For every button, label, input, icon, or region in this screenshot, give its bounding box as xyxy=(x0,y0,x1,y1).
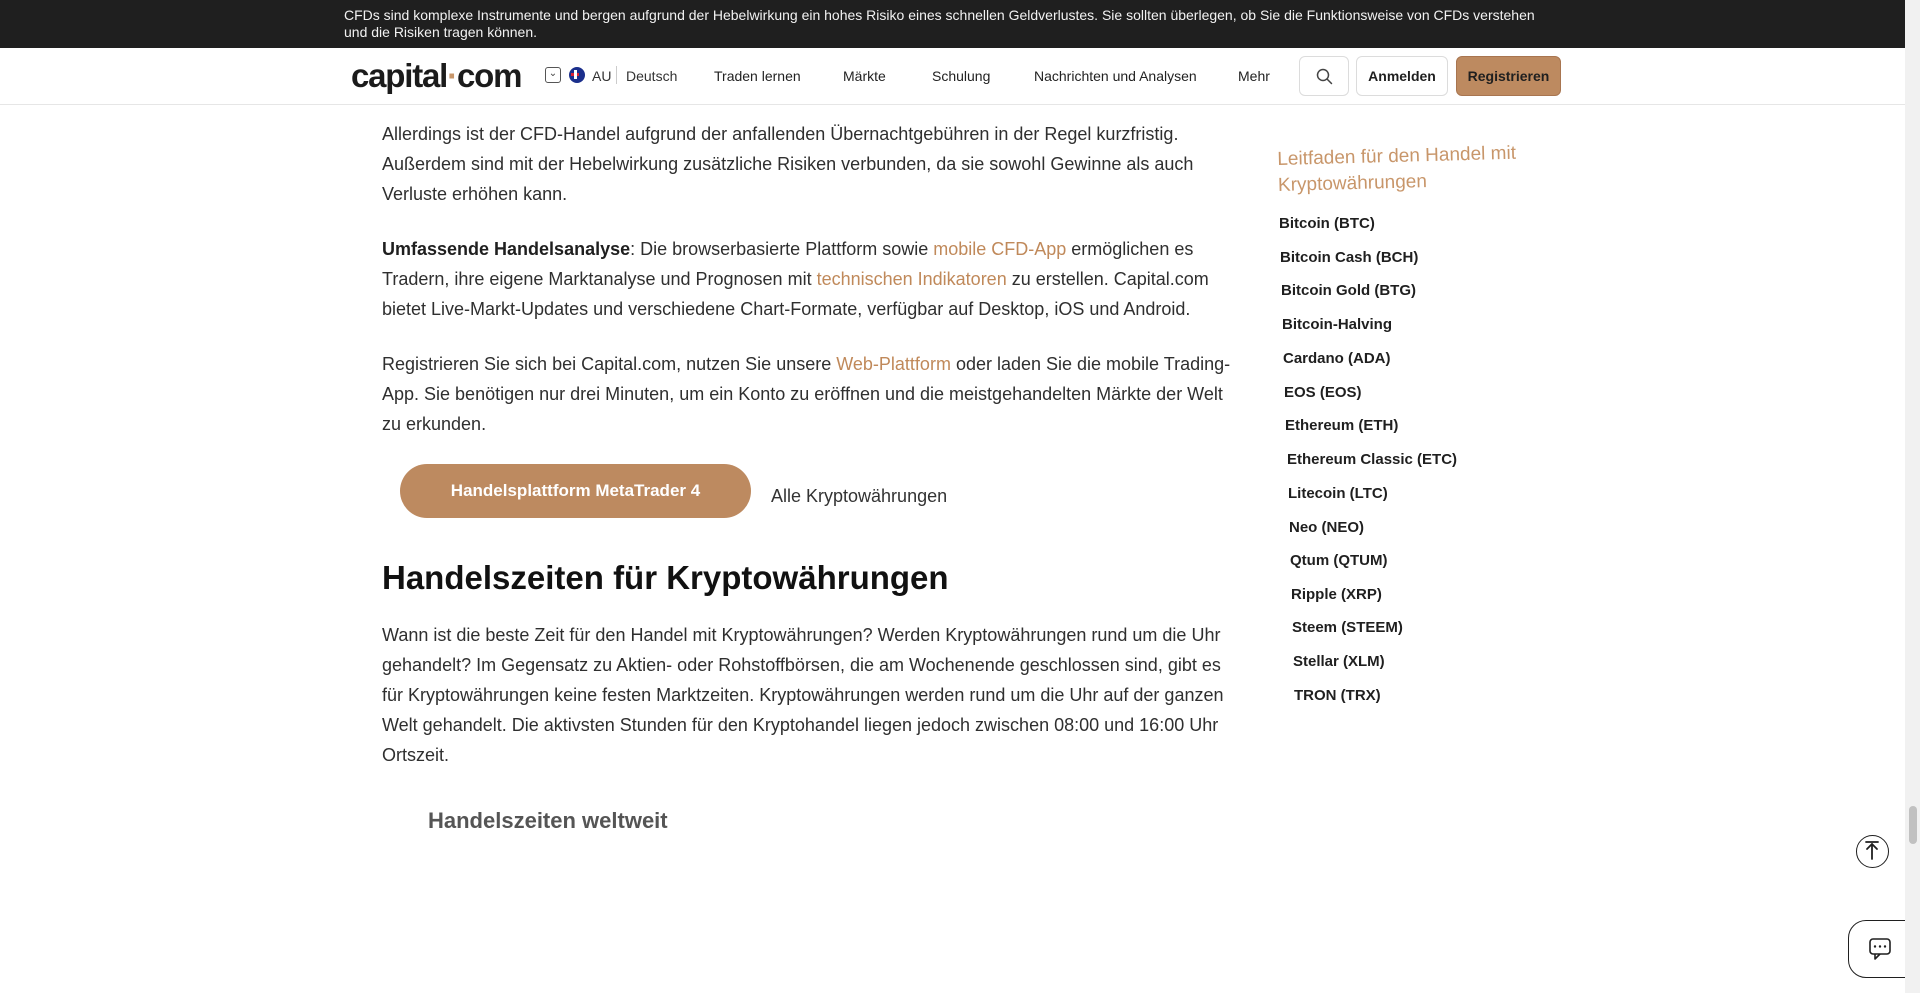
scroll-to-top-button[interactable] xyxy=(1856,835,1889,868)
arrow-up-icon xyxy=(1865,841,1879,860)
chevron-down-icon[interactable]: ⌄ xyxy=(545,67,561,83)
article-paragraph: Registrieren Sie sich bei Capital.com, n… xyxy=(382,349,1232,439)
all-cryptos-link[interactable]: Alle Kryptowährungen xyxy=(771,486,947,507)
paragraph-text: Registrieren Sie sich bei Capital.com, n… xyxy=(382,354,837,374)
search-icon xyxy=(1316,68,1333,85)
sidebar-item-bitcoin-halving[interactable]: Bitcoin-Halving xyxy=(1282,316,1392,333)
sidebar-item-bitcoin-gold[interactable]: Bitcoin Gold (BTG) xyxy=(1281,282,1416,299)
sidebar-item-stellar[interactable]: Stellar (XLM) xyxy=(1293,653,1385,670)
paragraph-text: : Die browserbasierte Plattform sowie xyxy=(630,239,934,259)
sidebar-item-qtum[interactable]: Qtum (QTUM) xyxy=(1290,552,1387,569)
logo-dot: · xyxy=(447,57,458,94)
logo-tld: com xyxy=(456,57,522,94)
capital-com-logo[interactable]: capital·com xyxy=(351,57,522,95)
chat-icon xyxy=(1869,938,1891,960)
link-technische-indikatoren[interactable]: technischen Indikatoren xyxy=(817,269,1007,289)
link-mobile-cfd-app[interactable]: mobile CFD-App xyxy=(933,239,1066,259)
nav-mehr[interactable]: Mehr xyxy=(1238,68,1270,84)
sidebar-item-neo[interactable]: Neo (NEO) xyxy=(1289,519,1364,536)
login-button[interactable]: Anmelden xyxy=(1356,56,1448,96)
risk-warning-text: CFDs sind komplexe Instrumente und berge… xyxy=(344,7,1535,40)
language-selector[interactable]: Deutsch xyxy=(626,68,677,84)
sidebar-item-ethereum-classic[interactable]: Ethereum Classic (ETC) xyxy=(1287,451,1457,468)
sidebar-item-eos[interactable]: EOS (EOS) xyxy=(1284,384,1362,401)
article-paragraph: Umfassende Handelsanalyse: Die browserba… xyxy=(382,234,1232,324)
nav-schulung[interactable]: Schulung xyxy=(932,68,990,84)
search-button[interactable] xyxy=(1299,56,1349,96)
sub-heading: Handelszeiten weltweit xyxy=(428,808,668,833)
sidebar-item-bitcoin[interactable]: Bitcoin (BTC) xyxy=(1279,215,1375,232)
risk-warning-banner: CFDs sind komplexe Instrumente und berge… xyxy=(0,0,1905,48)
sidebar-item-cardano[interactable]: Cardano (ADA) xyxy=(1283,350,1391,367)
language-divider xyxy=(616,66,617,84)
nav-traden-lernen[interactable]: Traden lernen xyxy=(714,68,801,84)
chat-button[interactable] xyxy=(1848,920,1908,978)
section-heading: Handelszeiten für Kryptowährungen xyxy=(382,559,949,596)
metatrader-cta-button[interactable]: Handelsplattform MetaTrader 4 xyxy=(400,464,751,518)
nav-nachrichten-analysen[interactable]: Nachrichten und Analysen xyxy=(1034,68,1197,84)
paragraph-strong: Umfassende Handelsanalyse xyxy=(382,239,631,259)
sidebar-item-tron[interactable]: TRON (TRX) xyxy=(1294,687,1381,704)
australia-flag-icon[interactable] xyxy=(569,67,585,83)
nav-maerkte[interactable]: Märkte xyxy=(843,68,886,84)
register-button[interactable]: Registrieren xyxy=(1456,56,1561,96)
logo-main: capital xyxy=(351,57,448,94)
sidebar-item-ethereum[interactable]: Ethereum (ETH) xyxy=(1285,417,1398,434)
site-header: capital·com ⌄ AU Deutsch Traden lernen M… xyxy=(0,48,1905,105)
sidebar-item-bitcoin-cash[interactable]: Bitcoin Cash (BCH) xyxy=(1280,249,1418,266)
page-scrollbar[interactable] xyxy=(1905,0,1920,993)
scrollbar-thumb[interactable] xyxy=(1909,806,1917,844)
sidebar-item-steem[interactable]: Steem (STEEM) xyxy=(1292,619,1403,636)
country-selector[interactable]: AU xyxy=(592,68,611,84)
article-paragraph: Wann ist die beste Zeit für den Handel m… xyxy=(382,625,1224,765)
sidebar-item-ripple[interactable]: Ripple (XRP) xyxy=(1291,586,1382,603)
article-paragraph: Allerdings ist der CFD-Handel aufgrund d… xyxy=(382,124,1194,204)
link-web-plattform[interactable]: Web-Plattform xyxy=(836,354,951,374)
sidebar-item-litecoin[interactable]: Litecoin (LTC) xyxy=(1288,485,1388,502)
sidebar-title: Leitfaden für den Handel mit Kryptowähru… xyxy=(1277,142,1517,196)
